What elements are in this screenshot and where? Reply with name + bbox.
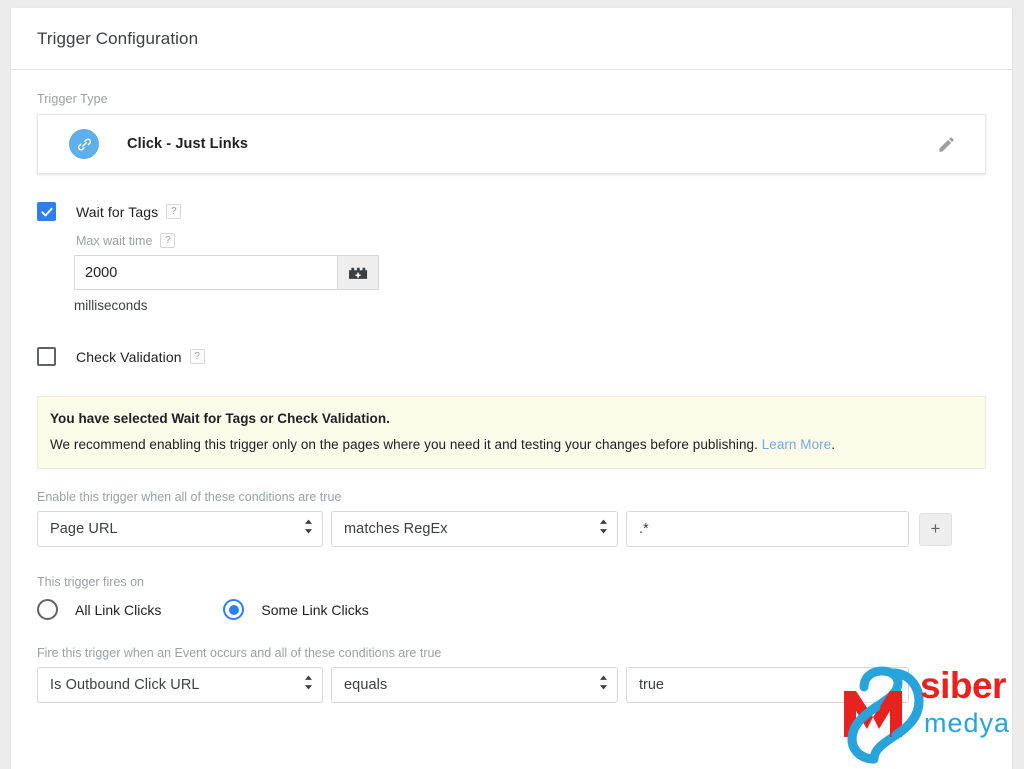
fires-on-radio-group: All Link Clicks Some Link Clicks <box>37 599 986 620</box>
radio-all-link-clicks-circle[interactable] <box>37 599 58 620</box>
trigger-configuration-card: Trigger Configuration Trigger Type Click… <box>11 8 1012 769</box>
event-conditions-caption: Fire this trigger when an Event occurs a… <box>37 646 442 660</box>
event-condition-variable-select-wrap: Is Outbound Click URL <box>37 667 323 703</box>
trigger-type-name: Click - Just Links <box>127 136 249 152</box>
max-wait-time-field-group <box>74 255 379 290</box>
max-wait-time-label: Max wait time <box>76 233 153 248</box>
check-validation-help-icon[interactable]: ? <box>189 349 205 364</box>
enable-condition-variable-select-wrap: Page URL <box>37 511 323 547</box>
pencil-icon[interactable] <box>935 133 957 155</box>
wait-for-tags-row[interactable]: Wait for Tags ? <box>37 202 986 221</box>
card-body: Trigger Type Click - Just Links Wait for… <box>11 92 1012 703</box>
radio-some-link-clicks-circle[interactable] <box>223 599 245 620</box>
milliseconds-label: milliseconds <box>74 298 148 313</box>
trigger-type-label: Trigger Type <box>37 92 108 106</box>
enable-condition-operator-select[interactable]: matches RegEx <box>331 511 618 547</box>
wait-for-tags-checkbox[interactable] <box>37 202 56 221</box>
enable-condition-operator-select-wrap: matches RegEx <box>331 511 618 547</box>
event-condition-operator-select[interactable]: equals <box>331 667 618 703</box>
enable-condition-variable-select[interactable]: Page URL <box>37 511 323 547</box>
enable-condition-value-input[interactable] <box>626 511 909 547</box>
event-condition-variable-select[interactable]: Is Outbound Click URL <box>37 667 323 703</box>
fires-on-caption: This trigger fires on <box>37 575 144 589</box>
notice-text: We recommend enabling this trigger only … <box>50 437 758 452</box>
wait-for-tags-help-icon[interactable]: ? <box>166 204 182 219</box>
warning-notice: You have selected Wait for Tags or Check… <box>37 396 986 469</box>
variable-block-icon[interactable] <box>337 255 379 290</box>
link-icon <box>69 129 99 159</box>
trigger-type-selector[interactable]: Click - Just Links <box>37 114 986 174</box>
add-condition-button[interactable]: + <box>919 512 952 546</box>
page-title: Trigger Configuration <box>37 28 199 48</box>
max-wait-time-row: Max wait time ? <box>76 233 986 248</box>
learn-more-link[interactable]: Learn More <box>762 437 832 452</box>
check-validation-checkbox[interactable] <box>37 347 56 366</box>
radio-all-link-clicks[interactable]: All Link Clicks <box>37 599 161 620</box>
max-wait-time-input[interactable] <box>74 255 337 290</box>
enable-conditions-row: Page URL matches RegEx .* + <box>37 511 986 547</box>
enable-conditions-caption: Enable this trigger when all of these co… <box>37 490 342 504</box>
check-validation-label: Check Validation <box>76 348 182 365</box>
wait-for-tags-label: Wait for Tags <box>76 203 159 220</box>
event-conditions-section: Fire this trigger when an Event occurs a… <box>37 646 986 703</box>
event-condition-value-input[interactable] <box>626 667 909 703</box>
notice-title: You have selected Wait for Tags or Check… <box>50 411 390 426</box>
event-conditions-row: Is Outbound Click URL equals <box>37 667 986 703</box>
page-background: Trigger Configuration Trigger Type Click… <box>0 0 1024 769</box>
max-wait-time-help-icon[interactable]: ? <box>160 233 176 248</box>
notice-link-suffix: . <box>831 437 836 452</box>
radio-some-link-clicks-label: Some Link Clicks <box>261 601 369 618</box>
card-header: Trigger Configuration <box>11 8 1012 70</box>
check-validation-row[interactable]: Check Validation ? <box>37 347 986 366</box>
radio-some-link-clicks[interactable]: Some Link Clicks <box>223 599 369 620</box>
radio-all-link-clicks-label: All Link Clicks <box>75 601 162 618</box>
notice-body: We recommend enabling this trigger only … <box>50 437 969 452</box>
radio-selected-dot <box>228 604 239 615</box>
event-condition-operator-select-wrap: equals <box>331 667 618 703</box>
